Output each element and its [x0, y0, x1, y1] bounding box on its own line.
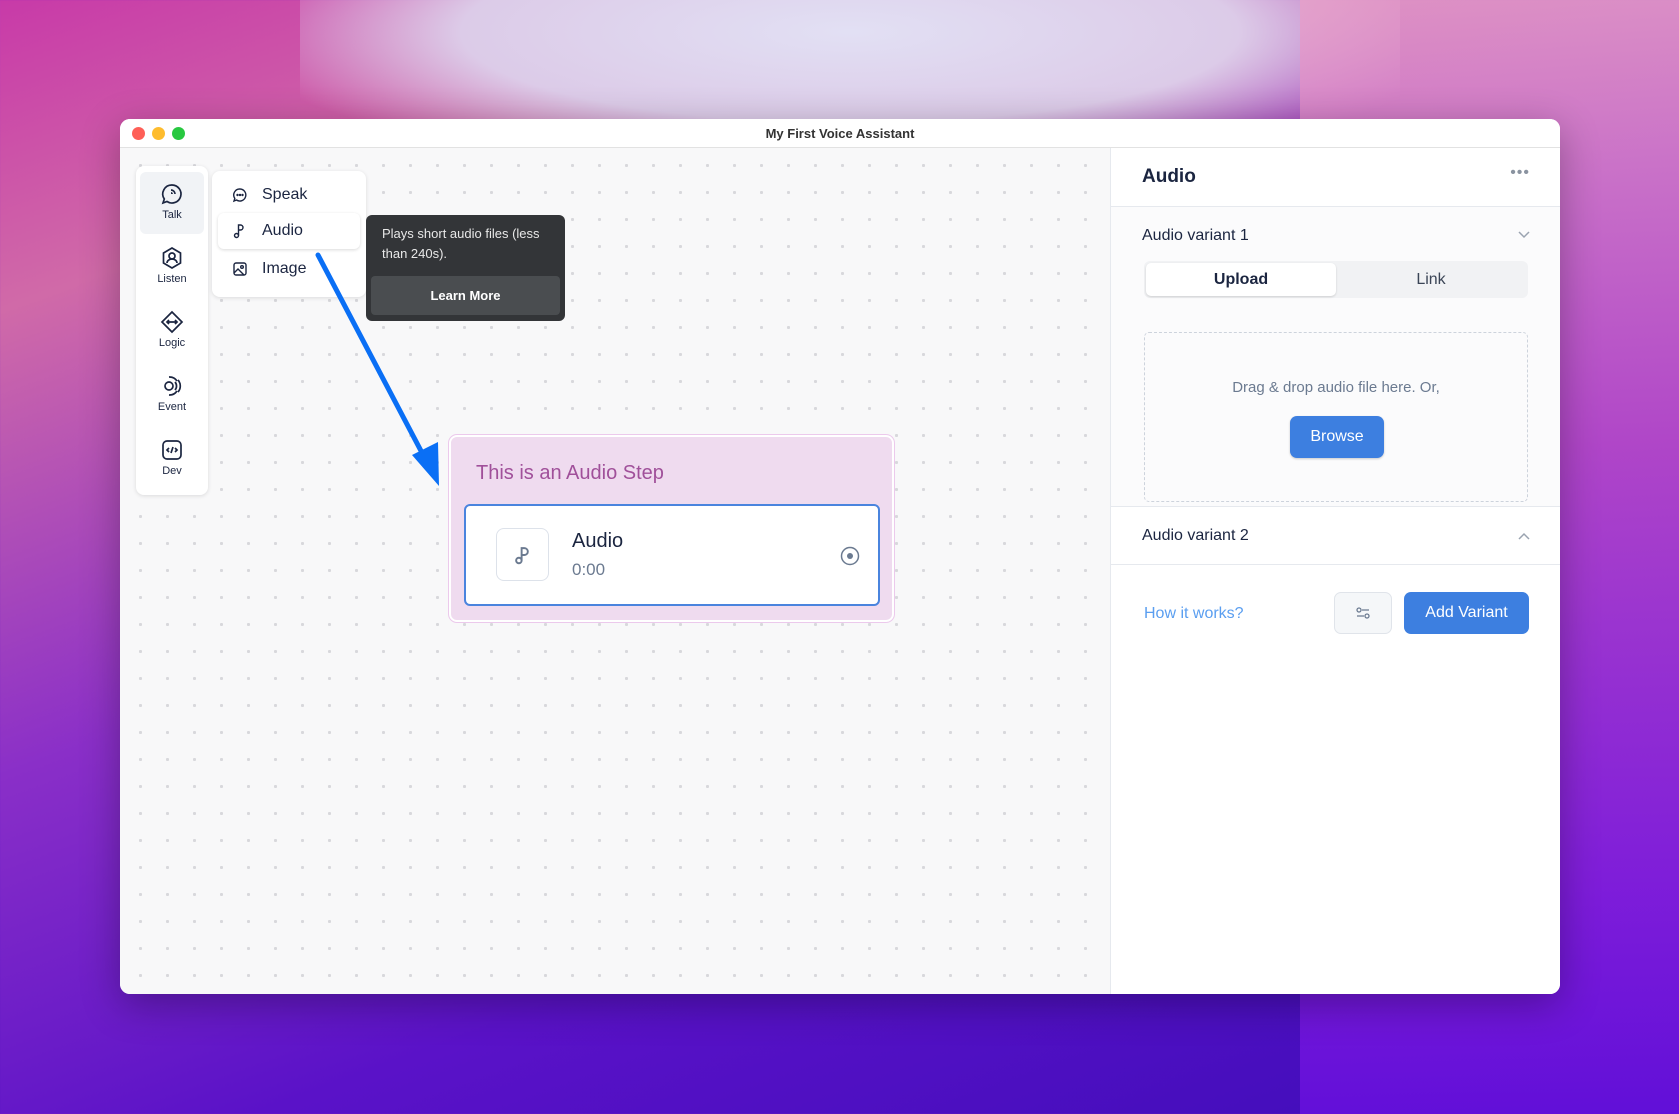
tab-upload[interactable]: Upload — [1146, 263, 1336, 296]
editor-panel: Audio ••• Audio variant 1 Upload Link Dr… — [1110, 148, 1560, 994]
panel-title: Audio — [1142, 166, 1196, 187]
card-title: Audio — [572, 530, 624, 552]
title-bar: My First Voice Assistant — [120, 119, 1560, 148]
card-duration: 0:00 — [572, 560, 606, 579]
audio-variant-2-section[interactable]: Audio variant 2 — [1111, 507, 1560, 565]
variant-2-title: Audio variant 2 — [1142, 527, 1249, 544]
audio-card-icon-box — [496, 528, 549, 581]
variant-1-title[interactable]: Audio variant 1 — [1142, 227, 1249, 245]
chevron-down-icon[interactable] — [1518, 231, 1530, 239]
audio-dropzone[interactable]: Drag & drop audio file here. Or, Browse — [1144, 332, 1528, 502]
audio-step-block[interactable]: This is an Audio Step Audio 0:00 — [448, 434, 895, 623]
panel-header: Audio ••• — [1111, 148, 1560, 207]
upload-link-tabs: Upload Link — [1144, 261, 1528, 298]
music-note-icon — [514, 546, 529, 564]
more-options-icon[interactable]: ••• — [1510, 164, 1530, 182]
settings-button[interactable] — [1334, 592, 1392, 634]
how-it-works-link[interactable]: How it works? — [1144, 605, 1244, 623]
audio-variant-1-section: Audio variant 1 Upload Link Drag & drop … — [1111, 207, 1560, 507]
chevron-up-icon[interactable] — [1518, 532, 1530, 540]
dropzone-text: Drag & drop audio file here. Or, — [1232, 379, 1440, 396]
tab-link[interactable]: Link — [1336, 263, 1526, 296]
audio-step-card[interactable]: Audio 0:00 — [464, 504, 880, 606]
sliders-icon — [1356, 607, 1370, 619]
add-variant-button[interactable]: Add Variant — [1404, 592, 1529, 634]
app-window: My First Voice Assistant Talk Listen Log… — [120, 119, 1560, 994]
canvas[interactable]: Talk Listen Logic Event Dev Speak Audio — [120, 148, 1110, 994]
output-port-icon[interactable] — [840, 546, 860, 566]
window-title: My First Voice Assistant — [765, 126, 915, 141]
browse-button[interactable]: Browse — [1290, 416, 1384, 458]
step-title: This is an Audio Step — [476, 462, 664, 484]
